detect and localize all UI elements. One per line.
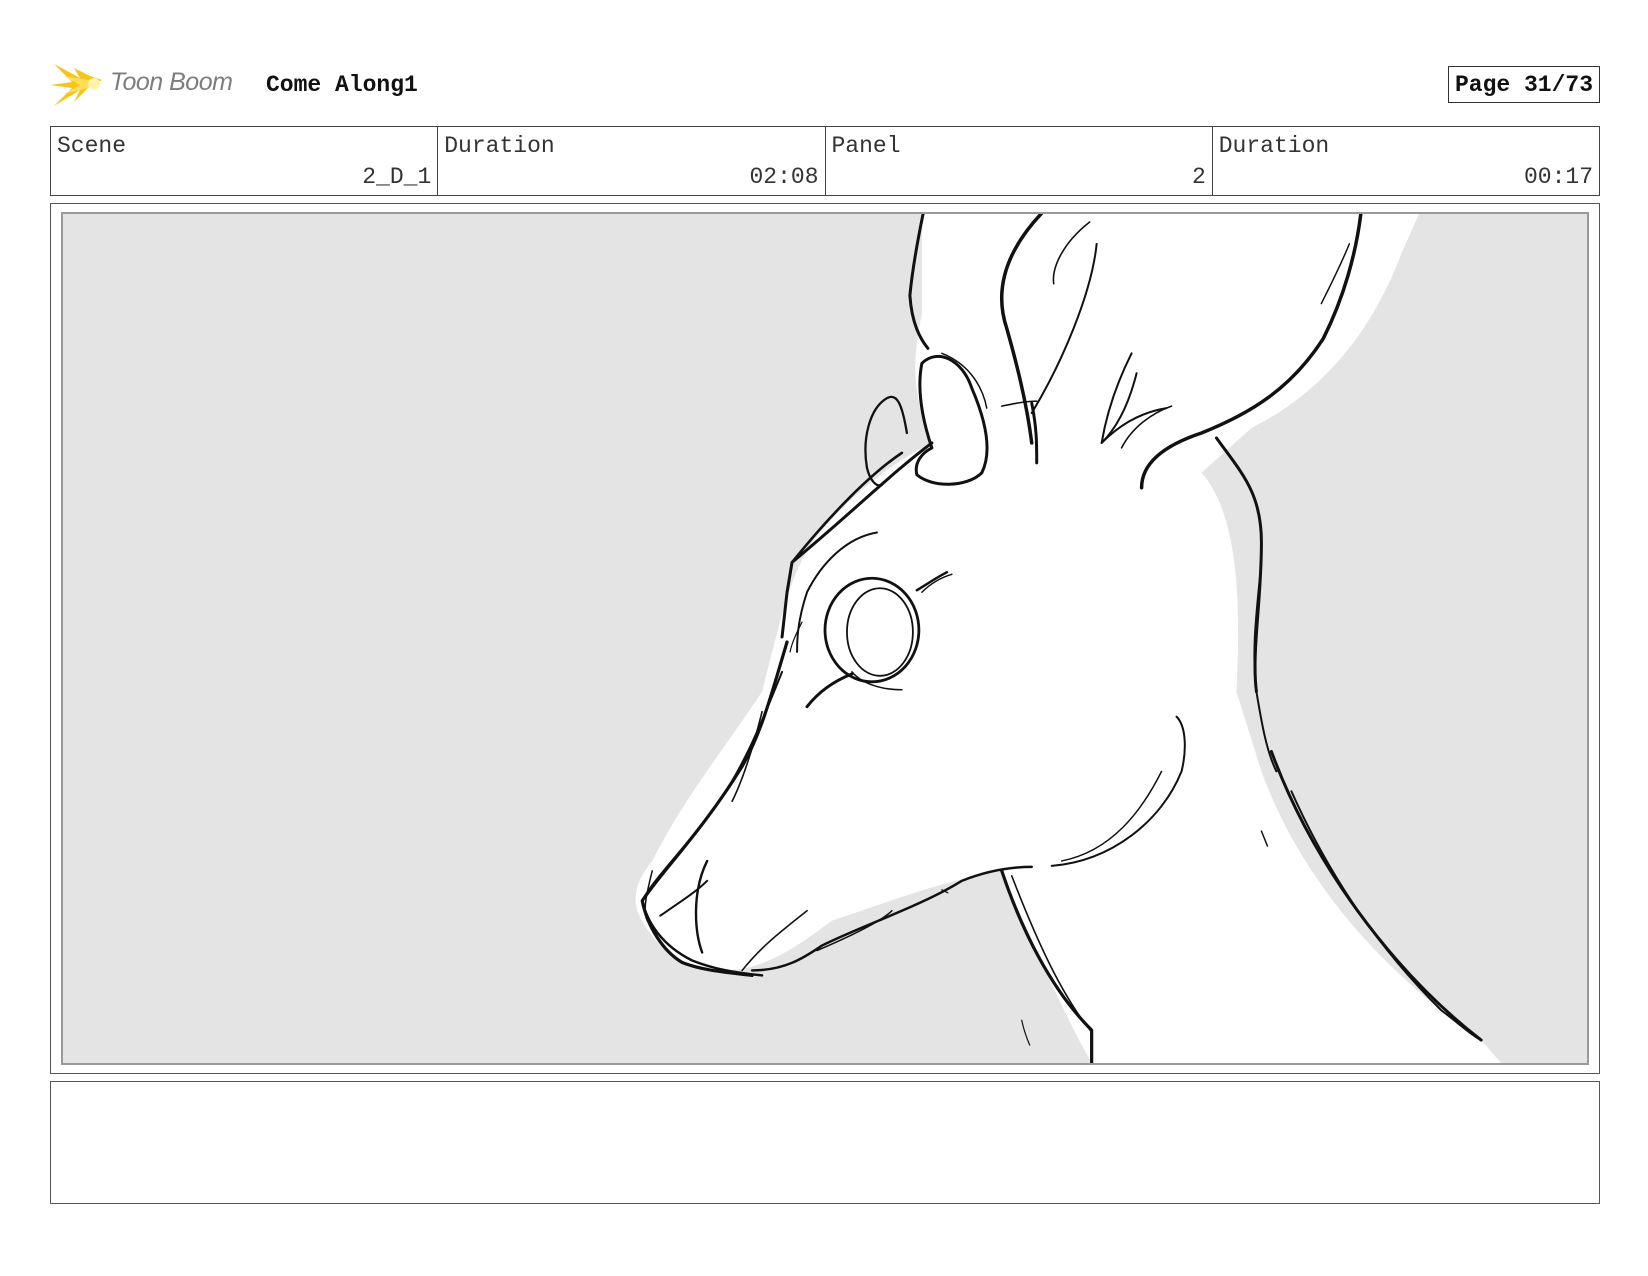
- scene-value: 2_D_1: [362, 164, 432, 190]
- page-header: Toon Boom Come Along1 Page 31/73: [50, 58, 1600, 112]
- panel-value: 2: [1191, 164, 1206, 190]
- panel-duration-cell: Duration 00:17: [1213, 127, 1599, 195]
- toon-boom-burst-icon: [50, 64, 102, 106]
- panel-duration-value: 00:17: [1523, 164, 1593, 190]
- scene-duration-cell: Duration 02:08: [438, 127, 826, 195]
- toon-boom-logo: Toon Boom: [50, 58, 250, 112]
- panel-cell: Panel 2: [826, 127, 1213, 195]
- scene-duration-value: 02:08: [749, 164, 819, 190]
- panel-notes-area: [50, 1081, 1600, 1204]
- panel-drawing-area: [61, 212, 1589, 1065]
- scene-info-table: Scene 2_D_1 Duration 02:08 Panel 2 Durat…: [50, 126, 1600, 196]
- panel-label: Panel: [831, 133, 901, 159]
- storyboard-panel: [50, 203, 1600, 1074]
- scene-cell: Scene 2_D_1: [51, 127, 439, 195]
- scene-duration-label: Duration: [444, 133, 555, 159]
- scene-label: Scene: [57, 133, 127, 159]
- antelope-sketch: [635, 214, 1502, 1063]
- logo-text: Toon Boom: [110, 68, 233, 96]
- project-title: Come Along1: [266, 72, 418, 98]
- panel-duration-label: Duration: [1218, 133, 1330, 159]
- page-indicator: Page 31/73: [1447, 66, 1600, 103]
